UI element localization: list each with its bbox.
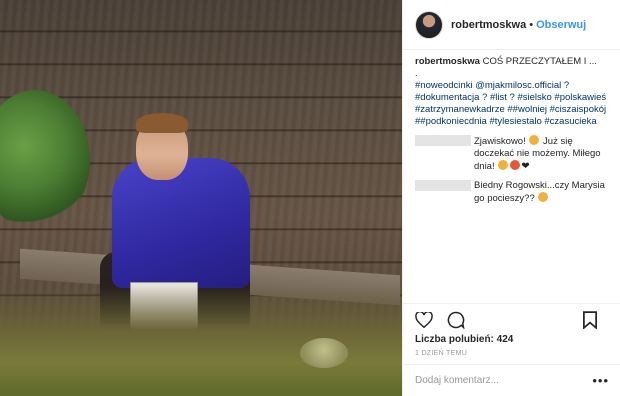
comment-body: Biedny Rogowski...czy Marysia go pociesz…: [474, 180, 611, 205]
bookmark-icon[interactable]: [579, 309, 601, 331]
comment-item: Zjawiskowo! Już się doczekać nie możemy.…: [415, 135, 611, 173]
caption-dot: .: [415, 68, 418, 79]
hashtag-line[interactable]: #noweodcinki @mjakmilosc.official ?: [415, 80, 611, 92]
grass: [0, 286, 402, 396]
person-hair: [136, 113, 188, 133]
more-options-icon[interactable]: •••: [592, 373, 609, 388]
heart-icon[interactable]: [413, 309, 435, 331]
comment-text: Zjawiskowo!: [474, 136, 526, 147]
caption-username[interactable]: robertmoskwa: [415, 56, 480, 67]
comment-username-redacted[interactable]: [415, 135, 471, 146]
emoji-icon: [538, 192, 549, 202]
caption: robertmoskwa COŚ PRZECZYTAŁEM I ... . #n…: [415, 56, 611, 128]
post-actions: [403, 303, 620, 335]
comment-username-redacted[interactable]: [415, 180, 471, 191]
emoji-icon: [510, 160, 521, 170]
follow-button[interactable]: Obserwuj: [536, 19, 586, 31]
avatar[interactable]: [415, 10, 443, 39]
tree-stump: [300, 338, 348, 368]
heart-emoji-icon: ❤: [521, 161, 530, 172]
post-header: robertmoskwa • Obserwuj: [403, 0, 620, 50]
hashtag-line[interactable]: ##podkoniecdnia #tylesiestalo #czasuciek…: [415, 116, 611, 128]
header-username[interactable]: robertmoskwa: [451, 19, 526, 31]
hashtag-line[interactable]: #dokumentacja ? #list ? #sielsko #polska…: [415, 92, 611, 104]
emoji-icon: [498, 160, 509, 170]
caption-text: COŚ PRZECZYTAŁEM I ...: [482, 56, 597, 67]
hashtag-line[interactable]: #zatrzymanewkadrze ##wolniej #ciszaispok…: [415, 104, 611, 116]
emoji-icon: [529, 135, 540, 145]
bush: [0, 90, 90, 230]
comment-icon[interactable]: [445, 309, 467, 331]
post-photo[interactable]: [0, 0, 402, 396]
add-comment-bar: •••: [403, 364, 620, 396]
comment-body: Zjawiskowo! Już się doczekać nie możemy.…: [474, 135, 611, 173]
comment-item: Biedny Rogowski...czy Marysia go pociesz…: [415, 180, 611, 205]
post-panel: robertmoskwa • Obserwuj robertmoskwa COŚ…: [402, 0, 620, 396]
person-body: [112, 158, 250, 288]
caption-hashtags: #noweodcinki @mjakmilosc.official ? #dok…: [415, 80, 611, 128]
comments-list: robertmoskwa COŚ PRZECZYTAŁEM I ... . #n…: [403, 56, 620, 205]
comment-input[interactable]: [415, 375, 593, 386]
post-time[interactable]: 1 DZIEŃ TEMU: [415, 350, 467, 357]
likes-count[interactable]: Liczba polubień: 424: [415, 334, 513, 345]
header-separator: •: [529, 18, 534, 31]
